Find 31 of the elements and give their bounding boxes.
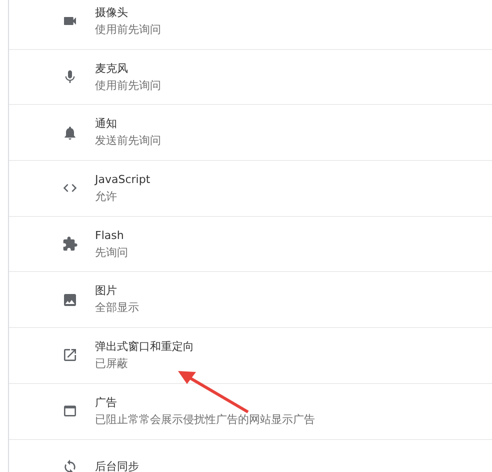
- sync-icon: [62, 458, 78, 472]
- settings-row[interactable]: 广告 已阻止常常会展示侵扰性广告的网站显示广告: [9, 384, 492, 440]
- setting-status: 已阻止常常会展示侵扰性广告的网站显示广告: [95, 412, 315, 427]
- settings-row[interactable]: 图片 全部显示: [9, 272, 492, 328]
- setting-title: 图片: [95, 284, 118, 298]
- settings-row[interactable]: 麦克风 使用前先询问: [9, 50, 492, 106]
- image-icon: [62, 292, 78, 308]
- settings-row[interactable]: 通知 发送前先询问: [9, 105, 492, 162]
- setting-title: 麦克风: [95, 62, 129, 76]
- setting-title: 广告: [95, 396, 118, 410]
- setting-status: 已屏蔽: [95, 356, 129, 371]
- window-icon: [62, 403, 78, 420]
- setting-title: 摄像头: [95, 6, 129, 20]
- settings-row[interactable]: Flash 先询问: [9, 216, 492, 272]
- settings-row[interactable]: 摄像头 使用前先询问: [9, 0, 492, 50]
- settings-row[interactable]: 后台同步: [9, 440, 492, 472]
- setting-title: Flash: [95, 228, 125, 243]
- setting-status: 允许: [95, 190, 118, 204]
- bell-icon: [62, 124, 78, 141]
- setting-status: 发送前先询问: [95, 134, 161, 148]
- setting-title: 后台同步: [95, 460, 139, 472]
- external-link-icon: [62, 347, 78, 364]
- setting-title: 通知: [95, 117, 118, 132]
- setting-status: 全部显示: [95, 301, 139, 316]
- setting-title: JavaScript: [95, 172, 150, 187]
- setting-status: 使用前先询问: [95, 22, 161, 37]
- setting-status: 使用前先询问: [95, 78, 161, 93]
- settings-row[interactable]: JavaScript 允许: [9, 161, 492, 217]
- puzzle-icon: [62, 236, 78, 252]
- setting-title: 弹出式窗口和重定向: [95, 340, 194, 354]
- setting-status: 先询问: [95, 246, 128, 260]
